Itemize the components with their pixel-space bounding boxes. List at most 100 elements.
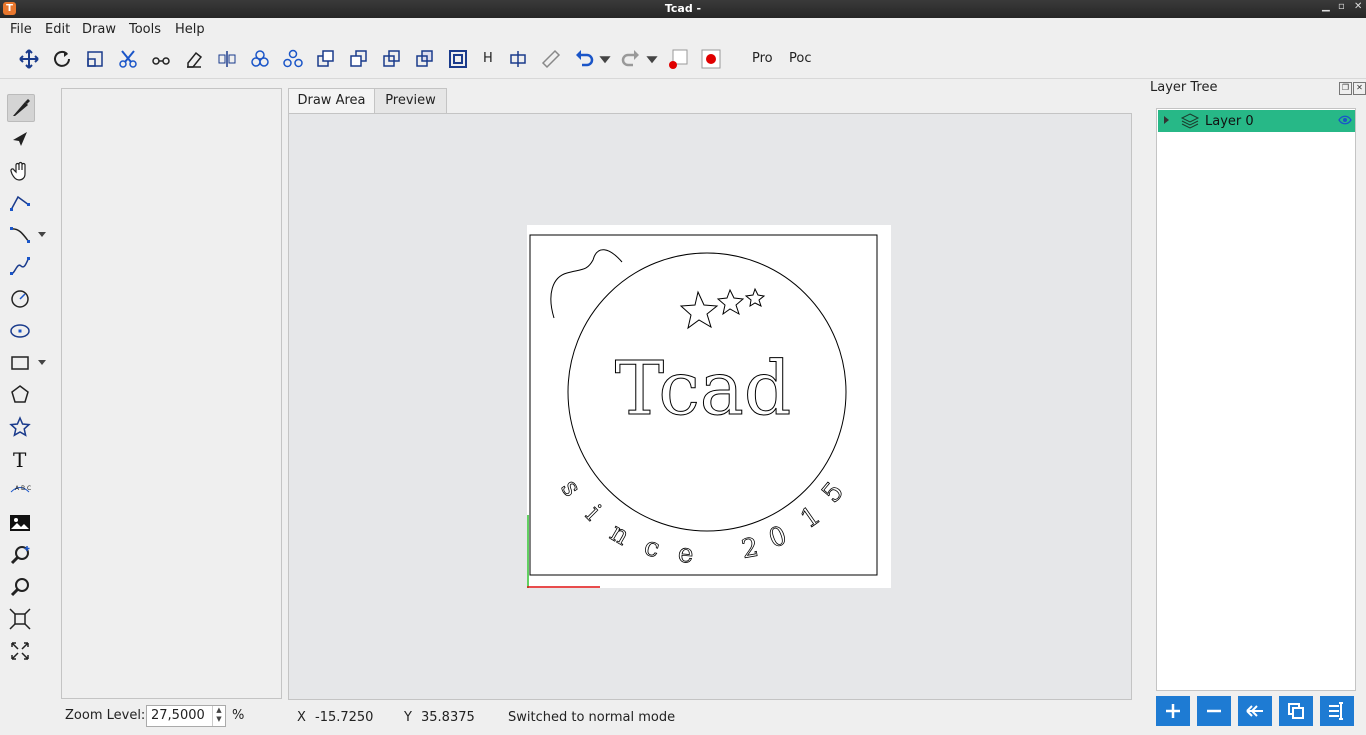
plus-icon xyxy=(1166,704,1180,718)
svg-text:T: T xyxy=(13,448,27,470)
menu-help[interactable]: Help xyxy=(175,22,205,37)
arc-char: 2 xyxy=(739,533,761,565)
menu-draw[interactable]: Draw xyxy=(82,22,116,37)
draw-toolbox: T A B C xyxy=(0,78,52,678)
undo-dropdown-icon[interactable] xyxy=(598,48,612,70)
float-panel-icon[interactable]: ❐ xyxy=(1339,82,1352,95)
arc-text-tool-icon[interactable]: A B C xyxy=(7,478,33,504)
poc-button[interactable]: Poc xyxy=(789,51,811,66)
image-tool-icon[interactable] xyxy=(7,510,33,536)
star-tool-icon[interactable] xyxy=(7,414,33,440)
offset-icon[interactable] xyxy=(447,48,469,70)
scale-icon[interactable] xyxy=(84,48,106,70)
hatch-button[interactable]: H xyxy=(483,51,493,66)
break-icon[interactable] xyxy=(150,48,172,70)
zoom-level-input[interactable]: 27,5000 ▲ ▼ xyxy=(146,705,226,727)
erase-icon[interactable] xyxy=(183,48,205,70)
zoom-in-icon[interactable] xyxy=(7,542,33,568)
x-label: X xyxy=(297,710,306,725)
minimize-icon[interactable]: ▁ xyxy=(1322,1,1330,12)
close-panel-icon[interactable]: ✕ xyxy=(1353,82,1366,95)
pro-button[interactable]: Pro xyxy=(752,51,773,66)
raise-icon[interactable] xyxy=(381,48,403,70)
layer-tree-panel: Layer 0 xyxy=(1156,108,1356,691)
arc-char: 0 xyxy=(765,521,791,555)
expand-arrow-icon[interactable] xyxy=(1164,116,1169,124)
send-back-icon[interactable] xyxy=(348,48,370,70)
circle-tool-icon[interactable] xyxy=(7,286,33,312)
lower-icon[interactable] xyxy=(414,48,436,70)
spline-tool-icon[interactable] xyxy=(7,254,33,280)
arc-char: e xyxy=(677,538,695,569)
ungroup-icon[interactable] xyxy=(282,48,304,70)
freehand-curve xyxy=(550,249,623,319)
arc-char: n xyxy=(605,518,635,552)
tab-preview[interactable]: Preview xyxy=(374,88,447,113)
layer-row[interactable]: Layer 0 xyxy=(1158,110,1355,132)
move-icon[interactable] xyxy=(18,48,40,70)
layers-icon xyxy=(1180,112,1200,134)
zoom-value: 27,5000 xyxy=(151,708,205,723)
pen-color-icon[interactable] xyxy=(667,48,689,70)
rectangle-tool-icon[interactable] xyxy=(7,350,46,376)
zoom-out-icon[interactable] xyxy=(7,574,33,600)
layer-properties-button[interactable] xyxy=(1320,696,1354,726)
minus-icon xyxy=(1207,709,1221,713)
bezier-tool-icon[interactable] xyxy=(7,222,46,248)
redo-icon[interactable] xyxy=(620,48,642,70)
menu-bar: File Edit Draw Tools Help xyxy=(0,18,1366,40)
text-tool-icon[interactable]: T xyxy=(7,446,33,472)
spin-up-icon[interactable]: ▲ xyxy=(213,706,225,715)
rectangle-dropdown-icon[interactable] xyxy=(38,360,46,365)
svg-text:A B C: A B C xyxy=(15,485,31,492)
group-icon[interactable] xyxy=(249,48,271,70)
zoom-label: Zoom Level: xyxy=(65,708,146,723)
menu-edit[interactable]: Edit xyxy=(45,22,70,37)
arc-char: c xyxy=(641,532,663,565)
undo-icon[interactable] xyxy=(573,48,595,70)
menu-file[interactable]: File xyxy=(10,22,32,37)
trim-icon[interactable] xyxy=(117,48,139,70)
spin-down-icon[interactable]: ▼ xyxy=(213,715,225,724)
merge-layer-button[interactable] xyxy=(1238,696,1272,726)
layer-tree-title: Layer Tree xyxy=(1150,80,1218,95)
bezier-dropdown-icon[interactable] xyxy=(38,232,46,237)
record-icon[interactable] xyxy=(700,48,722,70)
align-icon[interactable] xyxy=(507,48,529,70)
properties-icon xyxy=(1329,702,1343,720)
pointer-tool-icon[interactable] xyxy=(7,126,33,152)
zoom-fit-icon[interactable] xyxy=(7,606,33,632)
add-layer-button[interactable] xyxy=(1156,696,1190,726)
menu-tools[interactable]: Tools xyxy=(129,22,161,37)
visibility-eye-icon[interactable] xyxy=(1338,113,1352,131)
rotate-icon[interactable] xyxy=(51,48,73,70)
close-window-icon[interactable]: ✕ xyxy=(1354,1,1362,12)
star-shape xyxy=(716,288,745,316)
tab-draw-area[interactable]: Draw Area xyxy=(288,88,375,115)
window-title: Tcad - xyxy=(664,2,702,15)
drawing-canvas[interactable]: Tcad s i n c e 2 0 1 5 xyxy=(527,225,891,588)
mirror-icon[interactable] xyxy=(216,48,238,70)
select-tool-icon[interactable] xyxy=(7,94,35,122)
duplicate-layer-button[interactable] xyxy=(1279,696,1313,726)
properties-panel xyxy=(61,88,282,699)
arc-char: i xyxy=(579,499,606,526)
ellipse-tool-icon[interactable] xyxy=(7,318,33,344)
bring-front-icon[interactable] xyxy=(315,48,337,70)
pan-hand-icon[interactable] xyxy=(7,158,33,184)
zoom-unit: % xyxy=(232,708,245,723)
polyline-tool-icon[interactable] xyxy=(7,190,33,216)
x-coordinate: -15.7250 xyxy=(315,710,374,725)
remove-layer-button[interactable] xyxy=(1197,696,1231,726)
drawing-svg: Tcad s i n c e 2 0 1 5 xyxy=(527,234,878,588)
layer-name: Layer 0 xyxy=(1205,114,1254,129)
main-toolbar: H Pro Poc xyxy=(0,40,1366,79)
zoom-spinner[interactable]: ▲ ▼ xyxy=(212,706,225,726)
arc-char: 1 xyxy=(795,501,826,535)
fullscreen-icon[interactable] xyxy=(7,638,33,664)
redo-dropdown-icon[interactable] xyxy=(645,48,659,70)
ruler-icon[interactable] xyxy=(540,48,562,70)
polygon-tool-icon[interactable] xyxy=(7,382,33,408)
title-bar: T Tcad - ▁ ▫ ✕ xyxy=(0,0,1366,18)
maximize-icon[interactable]: ▫ xyxy=(1338,1,1345,12)
